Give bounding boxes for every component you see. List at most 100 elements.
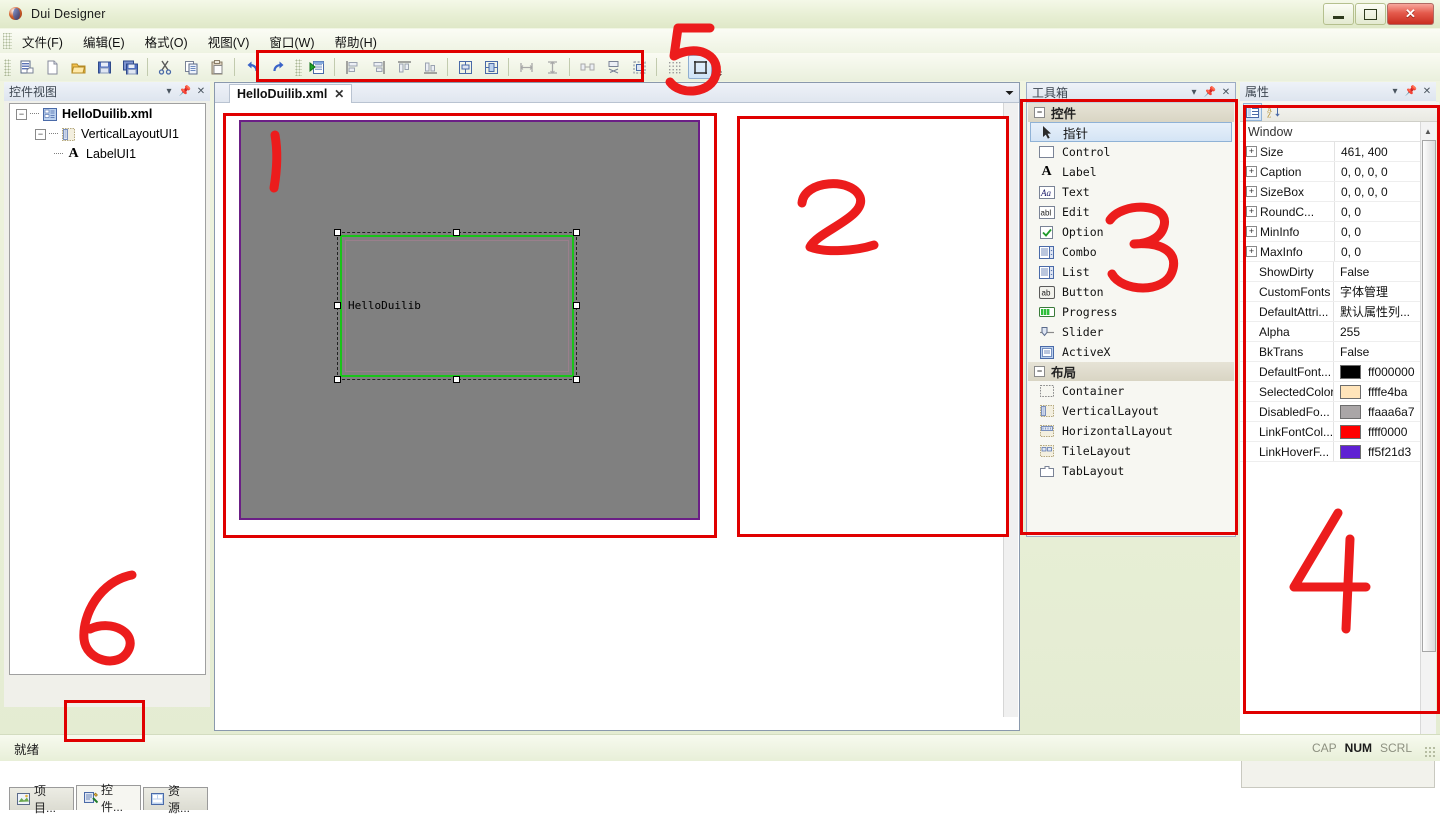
toolbox-item-control[interactable]: Control [1028,142,1234,162]
toolbar-grip-2[interactable] [295,58,302,76]
toolbox-item-edit[interactable]: abl Edit [1028,202,1234,222]
toolbox-item-text[interactable]: Aa Text [1028,182,1234,202]
toolbar-overflow-chevron[interactable] [713,56,723,78]
toolbox-item-list[interactable]: List [1028,262,1234,282]
size-to-grid-icon[interactable] [627,55,651,79]
toolbox-item-combo[interactable]: Combo [1028,242,1234,262]
scroll-up-icon[interactable]: ▲ [1422,124,1434,138]
editor-tab-helloduilib[interactable]: HelloDuilib.xml ✕ [229,84,353,103]
test-run-icon[interactable] [305,55,329,79]
align-bottom-icon[interactable] [418,55,442,79]
expander-icon[interactable]: + [1246,226,1257,237]
pin-icon[interactable]: 📌 [1203,86,1217,100]
pin-icon[interactable]: 📌 [178,85,192,99]
show-grid-icon[interactable] [662,55,686,79]
copy-icon[interactable] [179,55,203,79]
close-button[interactable]: ✕ [1387,3,1434,25]
toolbox-item-horizontal-layout[interactable]: HorizontalLayout [1028,421,1234,441]
property-row-customfonts[interactable]: CustomFonts 字体管理 [1240,282,1436,302]
dropdown-icon[interactable]: ▾ [1388,85,1402,99]
resize-handle-w[interactable] [334,302,341,309]
minimize-button[interactable] [1323,3,1354,25]
toolbox-item-pointer[interactable]: 指针 [1030,122,1232,142]
menu-window[interactable]: 窗口(W) [260,29,323,54]
toolbox-category-controls[interactable]: − 控件 [1028,103,1234,122]
menu-file[interactable]: 文件(F) [13,29,72,54]
expander-icon[interactable]: − [1034,366,1045,377]
toolbox-item-progress[interactable]: Progress [1028,302,1234,322]
property-row-linkfontcolor[interactable]: LinkFontCol... ffff0000 [1240,422,1436,442]
properties-grid[interactable]: Window + Size 461, 400 + Caption 0, 0, 0… [1240,122,1436,752]
editor-tab-close-icon[interactable]: ✕ [334,87,344,101]
menu-edit[interactable]: 编辑(E) [74,29,134,54]
redo-icon[interactable] [266,55,290,79]
toolbox-item-activex[interactable]: ActiveX [1028,342,1234,362]
tree-node-label-ui[interactable]: A LabelUI1 [10,144,205,164]
property-row-defaultattributes[interactable]: DefaultAttri... 默认属性列... [1240,302,1436,322]
tab-resource[interactable]: 资源... [143,784,208,815]
property-row-size[interactable]: + Size 461, 400 [1240,142,1436,162]
expander-icon[interactable]: + [1246,206,1257,217]
toolbox-category-layout[interactable]: − 布局 [1028,362,1234,381]
dropdown-icon[interactable]: ▾ [162,85,176,99]
expander-icon[interactable]: + [1246,146,1257,157]
close-icon[interactable]: ✕ [194,85,208,99]
property-row-mininfo[interactable]: + MinInfo 0, 0 [1240,222,1436,242]
tree-node-root[interactable]: − HelloDuilib.xml [10,104,205,124]
design-surface[interactable]: HelloDuilib [239,120,700,520]
center-horizontal-icon[interactable] [453,55,477,79]
resize-handle-se[interactable] [573,376,580,383]
pin-icon[interactable]: 📌 [1404,85,1418,99]
property-row-maxinfo[interactable]: + MaxInfo 0, 0 [1240,242,1436,262]
dropdown-icon[interactable]: ▾ [1187,86,1201,100]
toolbox-item-tile-layout[interactable]: TileLayout [1028,441,1234,461]
save-icon[interactable] [92,55,116,79]
paste-icon[interactable] [205,55,229,79]
center-vertical-icon[interactable] [479,55,503,79]
toolbox-item-container[interactable]: Container [1028,381,1234,401]
toolbox-item-tab-layout[interactable]: TabLayout [1028,461,1234,481]
chevron-down-icon[interactable] [1002,86,1016,99]
property-row-linkhoverfontcolor[interactable]: LinkHoverF... ff5f21d3 [1240,442,1436,462]
tab-controls[interactable]: 控件... [76,783,141,814]
toolbox-list[interactable]: − 控件 指针 Control A Label Aa Text abl Edit… [1028,103,1234,535]
same-width-icon[interactable] [514,55,538,79]
expander-icon[interactable]: − [16,108,27,120]
same-height-icon[interactable] [540,55,564,79]
open-icon[interactable] [66,55,90,79]
property-row-bktrans[interactable]: BkTrans False [1240,342,1436,362]
expander-icon[interactable]: + [1246,186,1257,197]
align-right-icon[interactable] [366,55,390,79]
align-left-icon[interactable] [340,55,364,79]
resize-handle-nw[interactable] [334,229,341,236]
save-all-icon[interactable] [118,55,142,79]
resize-handle-sw[interactable] [334,376,341,383]
tab-project[interactable]: 项目... [9,784,74,815]
tree-node-vertical-layout[interactable]: − VerticalLayoutUI1 [10,124,205,144]
toolbox-item-vertical-layout[interactable]: VerticalLayout [1028,401,1234,421]
resize-handle-e[interactable] [573,302,580,309]
blank-preview-panel[interactable] [737,116,1009,537]
menu-format[interactable]: 格式(O) [136,29,197,54]
property-row-sizebox[interactable]: + SizeBox 0, 0, 0, 0 [1240,182,1436,202]
resize-handle-s[interactable] [453,376,460,383]
property-row-roundcorner[interactable]: + RoundC... 0, 0 [1240,202,1436,222]
expander-icon[interactable]: + [1246,246,1257,257]
expander-icon[interactable]: + [1246,166,1257,177]
resize-handle-ne[interactable] [573,229,580,236]
cut-icon[interactable] [153,55,177,79]
toolbox-item-button[interactable]: ab Button [1028,282,1234,302]
expander-icon[interactable]: − [1034,107,1045,118]
resize-grip-icon[interactable] [1424,746,1436,758]
align-top-icon[interactable] [392,55,416,79]
property-row-caption[interactable]: + Caption 0, 0, 0, 0 [1240,162,1436,182]
menu-view[interactable]: 视图(V) [199,29,259,54]
control-tree[interactable]: − HelloDuilib.xml − VerticalLayoutUI1 A [9,103,206,675]
categorized-icon[interactable] [1243,102,1262,121]
property-row-defaultfontcolor[interactable]: DefaultFont... ff000000 [1240,362,1436,382]
resize-handle-n[interactable] [453,229,460,236]
undo-icon[interactable] [240,55,264,79]
property-row-disabledfontcolor[interactable]: DisabledFo... ffaaa6a7 [1240,402,1436,422]
expander-icon[interactable]: − [35,128,46,140]
close-icon[interactable]: ✕ [1420,85,1434,99]
